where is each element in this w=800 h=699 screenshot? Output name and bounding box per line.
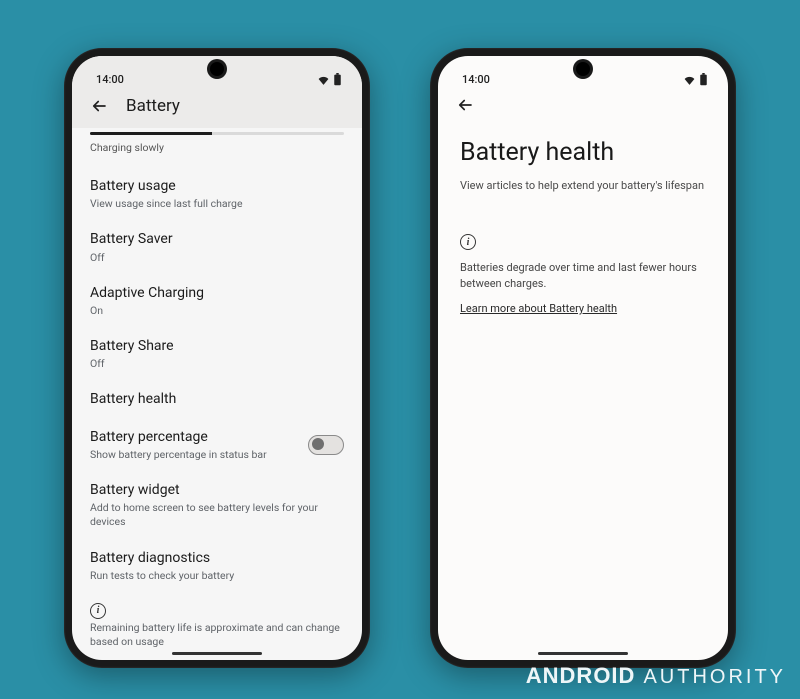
gesture-nav-pill[interactable] — [538, 652, 628, 655]
row-battery-usage[interactable]: Battery usage View usage since last full… — [72, 168, 362, 221]
row-title: Adaptive Charging — [90, 284, 344, 302]
phone-left: 14:00 Battery — [64, 48, 370, 668]
status-icons — [683, 73, 708, 86]
watermark: ANDROID AUTHORITY — [526, 663, 786, 689]
row-subtitle: Off — [90, 251, 344, 265]
phone-right: 14:00 Battery health View articles to — [430, 48, 736, 668]
status-time: 14:00 — [96, 73, 124, 86]
gesture-nav-pill[interactable] — [172, 652, 262, 655]
row-title: Battery Share — [90, 337, 344, 355]
app-bar — [438, 86, 728, 114]
screen-battery-health: 14:00 Battery health View articles to — [438, 56, 728, 660]
row-subtitle: Add to home screen to see battery levels… — [90, 501, 344, 529]
row-battery-widget[interactable]: Battery widget Add to home screen to see… — [72, 472, 362, 540]
watermark-brand-b: AUTHORITY — [643, 666, 786, 689]
page-title: Battery health — [460, 138, 706, 167]
status-time: 14:00 — [462, 73, 490, 86]
row-adaptive-charging[interactable]: Adaptive Charging On — [72, 275, 362, 328]
screen-battery-settings: 14:00 Battery — [72, 56, 362, 660]
row-subtitle: Show battery percentage in status bar — [90, 448, 308, 462]
wifi-icon — [317, 74, 330, 85]
row-subtitle: Run tests to check your battery — [90, 569, 344, 583]
row-subtitle: View usage since last full charge — [90, 197, 344, 211]
row-subtitle: Off — [90, 357, 344, 371]
row-battery-diagnostics[interactable]: Battery diagnostics Run tests to check y… — [72, 540, 362, 593]
page-title: Battery — [126, 96, 180, 116]
app-bar: Battery — [72, 86, 362, 128]
row-title: Battery widget — [90, 481, 344, 499]
page-subtitle: View articles to help extend your batter… — [460, 179, 706, 192]
front-camera — [576, 62, 590, 76]
info-body: Batteries degrade over time and last few… — [460, 260, 706, 292]
settings-list: Battery usage View usage since last full… — [72, 164, 362, 657]
row-battery-share[interactable]: Battery Share Off — [72, 328, 362, 381]
row-title: Battery percentage — [90, 428, 308, 446]
battery-icon — [699, 73, 708, 86]
footer-info — [72, 593, 362, 621]
row-title: Battery diagnostics — [90, 549, 344, 567]
front-camera — [210, 62, 224, 76]
watermark-brand-a: ANDROID — [526, 663, 636, 689]
row-battery-percentage[interactable]: Battery percentage Show battery percenta… — [72, 419, 362, 472]
row-subtitle: On — [90, 304, 344, 318]
battery-percentage-toggle[interactable] — [308, 435, 344, 455]
row-title: Battery usage — [90, 177, 344, 195]
wifi-icon — [683, 74, 696, 85]
battery-icon — [333, 73, 342, 86]
info-icon — [90, 603, 106, 619]
learn-more-link[interactable]: Learn more about Battery health — [460, 302, 617, 315]
row-title: Battery Saver — [90, 230, 344, 248]
charging-status: Charging slowly — [72, 135, 362, 164]
status-icons — [317, 73, 342, 86]
back-button[interactable] — [90, 97, 108, 115]
row-title: Battery health — [90, 390, 344, 408]
info-icon — [460, 234, 476, 250]
row-battery-saver[interactable]: Battery Saver Off — [72, 221, 362, 274]
back-button[interactable] — [456, 96, 474, 114]
row-battery-health[interactable]: Battery health — [72, 381, 362, 418]
charge-progress — [72, 128, 362, 135]
